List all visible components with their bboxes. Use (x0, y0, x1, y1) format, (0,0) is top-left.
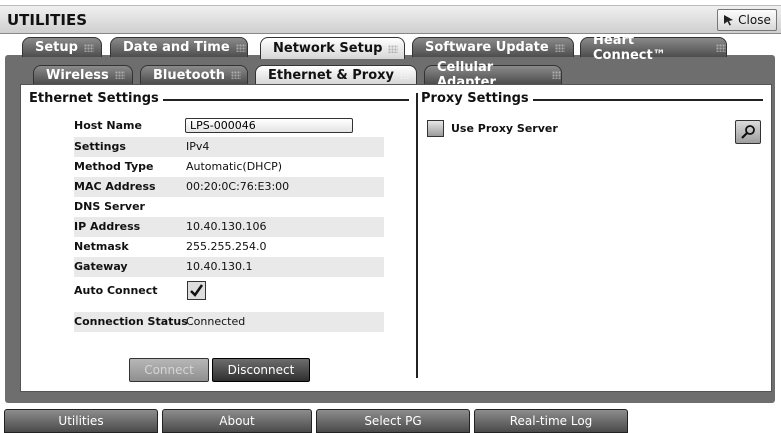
settings-value: IPv4 (186, 140, 210, 153)
close-button[interactable]: Close (717, 9, 777, 31)
connection-status-value: Connected (186, 315, 246, 328)
netmask-value: 255.255.254.0 (186, 240, 267, 253)
connection-status-label: Connection Status (74, 315, 188, 328)
close-label: Close (738, 13, 771, 27)
title-bar: UTILITIES Close (0, 5, 781, 34)
proxy-settings-title: Proxy Settings (421, 91, 533, 106)
host-name-field[interactable]: LPS-000046 (185, 118, 353, 133)
auto-connect-row: Auto Connect (74, 281, 384, 301)
netmask-label: Netmask (74, 240, 129, 253)
subtab-label: Ethernet & Proxy (268, 67, 394, 83)
grip-icon (83, 43, 94, 52)
ip-address-row: IP Address 10.40.130.106 (74, 217, 384, 237)
tab-date-and-time[interactable]: Date and Time (110, 37, 248, 57)
ip-address-label: IP Address (74, 220, 141, 233)
checkmark-icon (190, 284, 204, 297)
tab-setup[interactable]: Setup (22, 37, 102, 57)
grip-icon (388, 44, 399, 53)
host-name-label: Host Name (74, 119, 142, 132)
proxy-zoom-button[interactable] (735, 120, 761, 144)
tab-label: Date and Time (123, 40, 230, 55)
subtab-label: Bluetooth (153, 67, 225, 83)
dns-server-row: DNS Server (74, 197, 384, 217)
connection-status-row: Connection Status Connected (74, 312, 384, 332)
main-tabs: Setup Date and Time Network Setup Softwa… (0, 33, 781, 63)
sub-tabs: Wireless Bluetooth Ethernet & Proxy Cell… (0, 60, 781, 90)
subtab-ethernet-proxy[interactable]: Ethernet & Proxy (255, 65, 417, 84)
use-proxy-checkbox[interactable] (427, 120, 444, 137)
grip-icon (554, 43, 565, 52)
dns-server-label: DNS Server (74, 200, 145, 213)
tab-label: Network Setup (273, 41, 383, 56)
settings-row: Settings IPv4 (74, 137, 384, 157)
nav-utilities-button[interactable]: Utilities (4, 409, 158, 433)
tab-label: Heart Connect™ (593, 32, 666, 63)
gateway-value: 10.40.130.1 (186, 260, 253, 273)
nav-select-pg-button[interactable]: Select PG (316, 409, 470, 433)
disconnect-button[interactable]: Disconnect (212, 358, 310, 382)
nav-about-button[interactable]: About (162, 409, 312, 433)
method-type-value: Automatic(DHCP) (186, 160, 283, 173)
method-type-label: Method Type (74, 160, 154, 173)
proxy-settings-section: Proxy Settings Use Proxy Server (417, 85, 771, 391)
grip-icon (716, 43, 726, 52)
gateway-row: Gateway 10.40.130.1 (74, 257, 384, 277)
content-area: Ethernet Settings Host Name LPS-000046 S… (20, 84, 772, 392)
grip-icon (114, 71, 125, 79)
subtab-wireless[interactable]: Wireless (33, 65, 133, 84)
tab-network-setup[interactable]: Network Setup (260, 37, 405, 59)
method-type-row: Method Type Automatic(DHCP) (74, 157, 384, 177)
connect-button[interactable]: Connect (129, 358, 209, 382)
tab-label: Software Update (425, 40, 549, 55)
ip-address-value: 10.40.130.106 (186, 220, 267, 233)
subtab-label: Wireless (46, 67, 109, 83)
utilities-window: UTILITIES Close Setup Date and Time Netw… (0, 0, 781, 433)
mac-address-label: MAC Address (74, 180, 156, 193)
grip-icon (399, 71, 410, 79)
gateway-label: Gateway (74, 260, 128, 273)
auto-connect-checkbox[interactable] (187, 281, 206, 300)
grip-icon (551, 71, 561, 79)
mac-address-row: MAC Address 00:20:0C:76:E3:00 (74, 177, 384, 197)
nav-realtime-log-button[interactable]: Real-time Log (474, 409, 628, 433)
cursor-arrow-icon (724, 15, 734, 26)
netmask-row: Netmask 255.255.254.0 (74, 237, 384, 257)
mac-address-value: 00:20:0C:76:E3:00 (186, 180, 290, 193)
subtab-cellular-adapter[interactable]: Cellular Adapter (424, 60, 562, 90)
subtab-bluetooth[interactable]: Bluetooth (140, 65, 248, 84)
ethernet-settings-title: Ethernet Settings (29, 91, 163, 106)
grip-icon (235, 43, 246, 52)
use-proxy-label: Use Proxy Server (451, 122, 558, 135)
ethernet-settings-section: Ethernet Settings Host Name LPS-000046 S… (21, 85, 415, 391)
window-title: UTILITIES (7, 11, 87, 29)
grip-icon (230, 71, 241, 79)
bottom-nav: Utilities About Select PG Real-time Log (0, 406, 781, 433)
tab-heart-connect[interactable]: Heart Connect™ (580, 33, 727, 63)
settings-label: Settings (74, 140, 126, 153)
auto-connect-label: Auto Connect (74, 284, 158, 297)
tab-software-update[interactable]: Software Update (412, 37, 574, 57)
tab-label: Setup (35, 40, 78, 55)
magnifier-icon (741, 125, 755, 139)
